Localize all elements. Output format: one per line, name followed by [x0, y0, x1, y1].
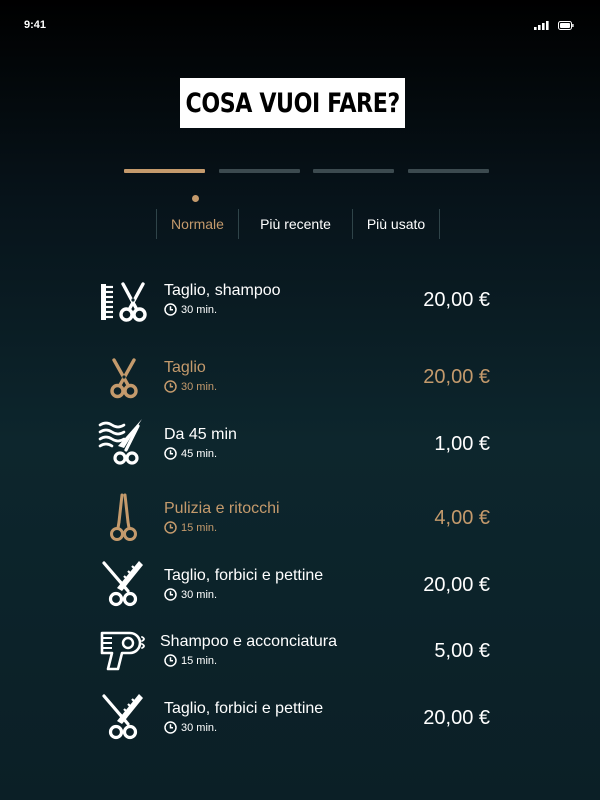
- tab-label: Più usato: [366, 216, 426, 232]
- sort-tabs: Normale Più recente Più usato: [156, 209, 440, 239]
- status-bar: 9:41: [0, 0, 600, 40]
- page-title-box: COSA VUOI FARE?: [180, 78, 405, 128]
- service-name: Pulizia e ritocchi: [164, 500, 280, 517]
- clock-icon: [164, 303, 177, 316]
- scissors-icon: [98, 353, 150, 405]
- page-title: COSA VUOI FARE?: [185, 87, 400, 119]
- service-name: Taglio, shampoo: [164, 282, 281, 299]
- clock-icon: [164, 380, 177, 393]
- service-price: 20,00 €: [423, 707, 490, 729]
- scissors-comb-icon: [98, 690, 150, 742]
- cutting-hair-icon-svg: [98, 419, 142, 465]
- clock-icon: [164, 654, 177, 667]
- service-duration-text: 30 min.: [181, 380, 218, 393]
- service-duration: 30 min.: [164, 303, 217, 316]
- tab-label: Più recente: [260, 216, 331, 232]
- status-time: 9:41: [24, 19, 47, 31]
- service-duration: 30 min.: [164, 721, 217, 734]
- clock-icon: [164, 447, 177, 460]
- tab-label: Normale: [171, 216, 224, 232]
- service-price: 1,00 €: [434, 433, 490, 455]
- clock-icon: [164, 588, 177, 601]
- service-duration-text: 30 min.: [181, 588, 218, 601]
- service-duration-text: 15 min.: [181, 521, 218, 534]
- scissors-comb-icon: [98, 557, 150, 609]
- step-bar: [408, 169, 489, 173]
- trimming-scissors-icon: [98, 492, 150, 544]
- tab-piu-usato[interactable]: Più usato: [353, 209, 440, 239]
- service-name: Taglio: [164, 359, 206, 376]
- service-name: Taglio, forbici e pettine: [164, 700, 324, 717]
- service-price: 20,00 €: [423, 289, 490, 311]
- clock-icon: [164, 521, 177, 534]
- step-bar: [313, 169, 394, 173]
- service-price: 4,00 €: [434, 507, 490, 529]
- service-duration-text: 45 min.: [181, 447, 218, 460]
- service-duration: 30 min.: [164, 588, 217, 601]
- service-price: 20,00 €: [423, 574, 490, 596]
- service-duration-text: 30 min.: [181, 721, 218, 734]
- service-price: 20,00 €: [423, 366, 490, 388]
- service-price: 5,00 €: [434, 640, 490, 662]
- hair-dryer-icon-svg: [100, 631, 145, 671]
- status-icons: [534, 21, 574, 30]
- service-duration-text: 15 min.: [181, 654, 218, 667]
- comb-scissors-icon-svg: [101, 282, 147, 322]
- step-bar: [219, 169, 300, 173]
- tab-piu-recente[interactable]: Più recente: [239, 209, 353, 239]
- cutting-hair-icon: [98, 416, 150, 468]
- service-duration: 45 min.: [164, 447, 217, 460]
- trimming-scissors-icon-svg: [110, 493, 137, 541]
- clock-icon: [164, 721, 177, 734]
- service-duration: 30 min.: [164, 380, 217, 393]
- step-indicator-dot: [192, 195, 199, 202]
- scissors-comb-icon-svg: [102, 561, 143, 607]
- step-bar: [124, 169, 205, 173]
- service-duration: 15 min.: [164, 654, 217, 667]
- service-name: Taglio, forbici e pettine: [164, 567, 324, 584]
- scissors-icon-svg: [110, 358, 138, 399]
- battery-icon: [558, 21, 574, 30]
- tab-normale[interactable]: Normale: [157, 209, 239, 239]
- hair-dryer-icon: [98, 625, 150, 677]
- signal-icon: [534, 21, 549, 30]
- service-name: Shampoo e acconciatura: [160, 633, 337, 650]
- service-duration-text: 30 min.: [181, 303, 218, 316]
- service-name: Da 45 min: [164, 426, 237, 443]
- service-duration: 15 min.: [164, 521, 217, 534]
- comb-scissors-icon: [98, 276, 150, 328]
- scissors-comb-icon-svg: [102, 694, 143, 740]
